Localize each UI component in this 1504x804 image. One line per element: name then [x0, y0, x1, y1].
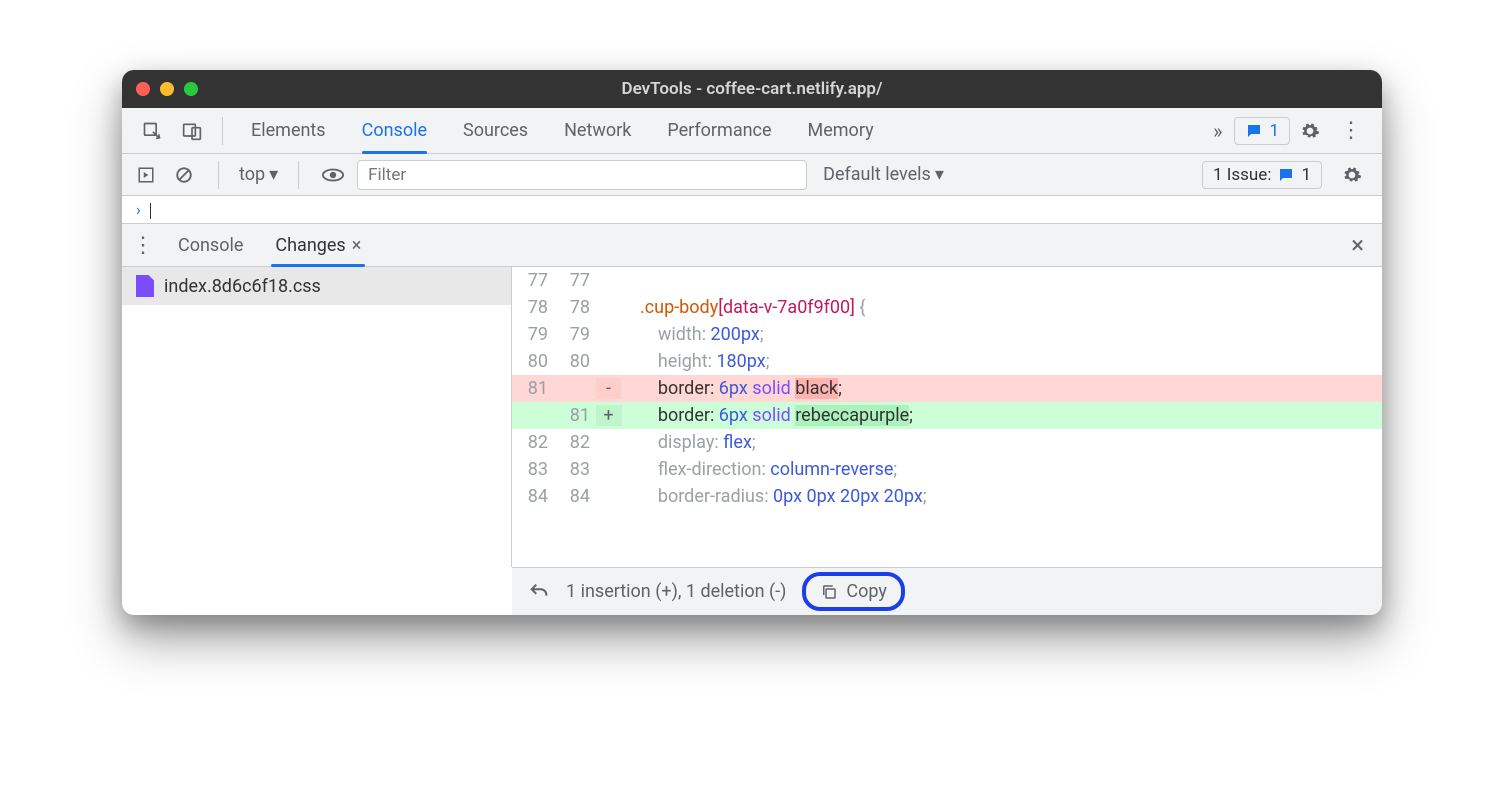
live-expression-icon[interactable]	[319, 161, 347, 189]
console-settings-icon[interactable]	[1332, 165, 1372, 185]
device-toggle-icon[interactable]	[172, 121, 212, 141]
more-tabs-icon[interactable]: »	[1207, 119, 1228, 143]
tab-console[interactable]: Console	[344, 108, 445, 154]
filter-input[interactable]	[357, 160, 807, 190]
diff-row: 8080 height: 180px;	[512, 348, 1382, 375]
levels-selector[interactable]: Default levels▾	[823, 164, 944, 185]
drawer-menu-icon[interactable]: ⋮	[132, 233, 162, 258]
diff-row: 7777	[512, 267, 1382, 294]
diff-row: 7878.cup-body[data-v-7a0f9f00] {	[512, 294, 1382, 321]
close-tab-icon[interactable]: ×	[352, 235, 362, 256]
tab-network[interactable]: Network	[546, 108, 649, 154]
changes-footer: 1 insertion (+), 1 deletion (-) Copy	[512, 567, 1382, 615]
kebab-menu-icon[interactable]: ⋮	[1330, 118, 1372, 143]
undo-icon[interactable]	[528, 581, 550, 603]
changes-sidebar: index.8d6c6f18.css	[122, 267, 512, 567]
drawer-tab-console[interactable]: Console	[162, 223, 259, 267]
file-name: index.8d6c6f18.css	[164, 276, 321, 297]
close-window-icon[interactable]	[136, 82, 150, 96]
clear-console-icon[interactable]	[170, 161, 198, 189]
diff-row: 8383 flex-direction: column-reverse;	[512, 456, 1382, 483]
titlebar: DevTools - coffee-cart.netlify.app/	[122, 70, 1382, 108]
tab-memory[interactable]: Memory	[790, 108, 892, 154]
copy-button[interactable]: Copy	[802, 572, 905, 611]
diff-view[interactable]: 77777878.cup-body[data-v-7a0f9f00] {7979…	[512, 267, 1382, 567]
tab-performance[interactable]: Performance	[649, 108, 789, 154]
issue-counter[interactable]: 1 Issue: 1	[1202, 161, 1322, 189]
diff-row: 7979 width: 200px;	[512, 321, 1382, 348]
issues-badge-count: 1	[1269, 121, 1279, 141]
zoom-window-icon[interactable]	[184, 82, 198, 96]
drawer-body: index.8d6c6f18.css 77777878.cup-body[dat…	[122, 267, 1382, 567]
traffic-lights	[136, 82, 198, 96]
main-tabbar: ElementsConsoleSourcesNetworkPerformance…	[122, 108, 1382, 154]
drawer-tabbar: ⋮ ConsoleChanges× ×	[122, 223, 1382, 267]
settings-icon[interactable]	[1290, 121, 1330, 141]
devtools-window: DevTools - coffee-cart.netlify.app/ Elem…	[122, 70, 1382, 615]
window-title: DevTools - coffee-cart.netlify.app/	[622, 79, 883, 99]
close-drawer-icon[interactable]: ×	[1343, 231, 1372, 259]
diff-summary: 1 insertion (+), 1 deletion (-)	[566, 581, 786, 602]
tab-elements[interactable]: Elements	[233, 108, 344, 154]
diff-row: 8484 border-radius: 0px 0px 20px 20px;	[512, 483, 1382, 510]
issues-badge[interactable]: 1	[1234, 117, 1290, 145]
diff-row: 81+ border: 6px solid rebeccapurple;	[512, 402, 1382, 429]
toggle-drawer-icon[interactable]	[132, 161, 160, 189]
minimize-window-icon[interactable]	[160, 82, 174, 96]
diff-row: 8282 display: flex;	[512, 429, 1382, 456]
tab-sources[interactable]: Sources	[445, 108, 546, 154]
console-prompt[interactable]: ›	[122, 196, 1382, 223]
drawer-tab-changes[interactable]: Changes×	[259, 223, 377, 267]
diff-row: 81- border: 6px solid black;	[512, 375, 1382, 402]
changed-file-item[interactable]: index.8d6c6f18.css	[122, 267, 511, 305]
console-toolbar: top▾ Default levels▾ 1 Issue: 1	[122, 154, 1382, 196]
context-selector[interactable]: top▾	[239, 164, 278, 185]
copy-label: Copy	[846, 581, 887, 602]
inspect-icon[interactable]	[132, 121, 172, 141]
css-file-icon	[136, 275, 154, 297]
